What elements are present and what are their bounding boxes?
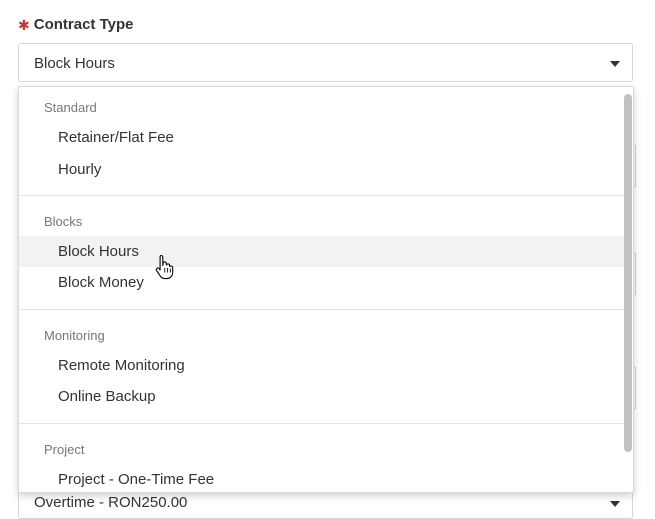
group-label-standard: Standard (44, 100, 97, 115)
overtime-selected-value: Overtime - RON250.00 (34, 494, 188, 511)
contract-type-label: ✱ Contract Type (18, 16, 133, 33)
option-remote-monitoring[interactable]: Remote Monitoring (19, 350, 625, 381)
contract-type-selected-value: Block Hours (34, 55, 115, 72)
group-label-blocks: Blocks (44, 214, 83, 229)
option-block-money[interactable]: Block Money (19, 267, 625, 298)
hand-pointer-cursor-icon (155, 254, 174, 280)
chevron-down-icon[interactable] (610, 501, 620, 507)
overtime-select[interactable]: Overtime - RON250.00 (18, 489, 633, 519)
group-divider (19, 195, 625, 196)
option-retainer-flat-fee[interactable]: Retainer/Flat Fee (19, 122, 625, 153)
option-hourly[interactable]: Hourly (19, 154, 625, 185)
option-project-one-time-fee[interactable]: Project - One-Time Fee (19, 464, 625, 492)
dropdown-scrollbar[interactable] (624, 94, 632, 452)
required-asterisk-icon: ✱ (18, 16, 30, 33)
option-online-backup[interactable]: Online Backup (19, 381, 625, 412)
contract-type-dropdown[interactable]: Standard Retainer/Flat Fee Hourly Blocks… (18, 86, 634, 493)
chevron-down-icon[interactable] (610, 61, 620, 67)
group-label-monitoring: Monitoring (44, 328, 105, 343)
group-divider (19, 423, 625, 424)
option-block-hours[interactable]: Block Hours (19, 236, 625, 267)
group-divider (19, 309, 625, 310)
group-label-project: Project (44, 442, 85, 457)
contract-type-select[interactable]: Block Hours (18, 43, 633, 82)
contract-type-label-text: Contract Type (33, 16, 134, 33)
